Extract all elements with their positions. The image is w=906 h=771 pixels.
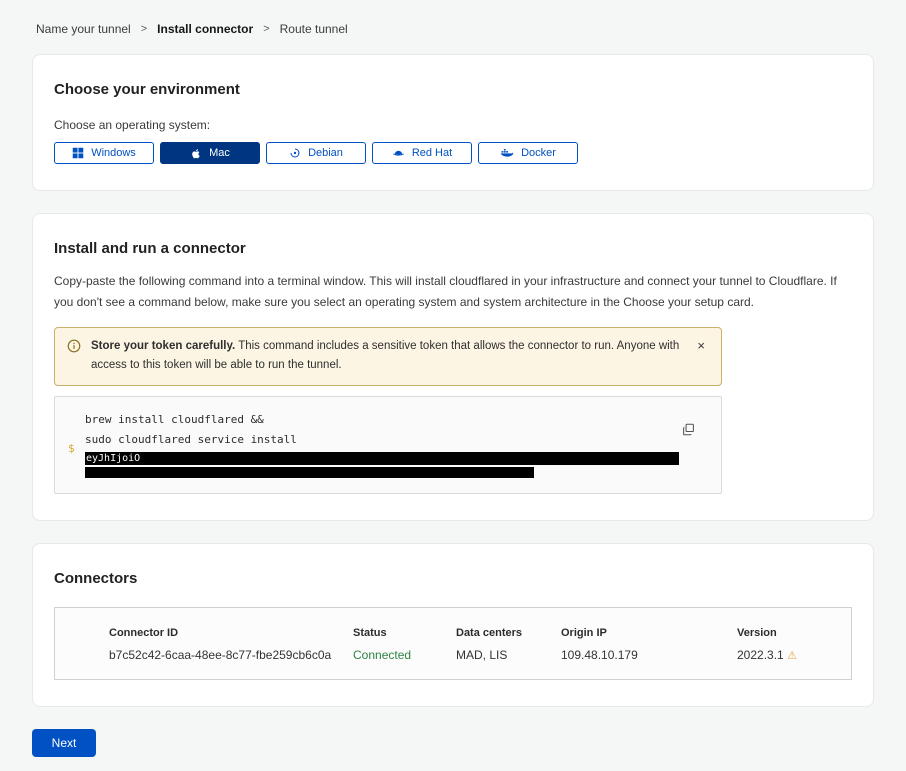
- os-button-docker[interactable]: Docker: [478, 142, 578, 164]
- os-button-label: Mac: [209, 147, 230, 159]
- token-warning-banner: Store your token carefully. This command…: [54, 327, 722, 386]
- os-button-windows[interactable]: Windows: [54, 142, 154, 164]
- info-icon: [67, 339, 81, 358]
- redhat-icon: [392, 147, 405, 159]
- os-button-debian[interactable]: Debian: [266, 142, 366, 164]
- breadcrumb: Name your tunnel > Install connector > R…: [32, 0, 874, 54]
- redacted-token-line-2: [85, 467, 534, 478]
- breadcrumb-separator: >: [263, 23, 269, 35]
- token-prefix: eyJhIjoiO: [86, 453, 140, 464]
- data-centers-value: MAD, LIS: [456, 648, 561, 662]
- column-header-data-centers: Data centers: [456, 627, 561, 639]
- os-button-label: Debian: [308, 147, 343, 159]
- command-line-2: sudo cloudflared service install: [85, 430, 681, 450]
- install-card-title: Install and run a connector: [54, 240, 852, 257]
- column-header-status: Status: [353, 627, 456, 639]
- next-button[interactable]: Next: [32, 729, 96, 757]
- status-badge: Connected: [353, 648, 456, 662]
- os-button-label: Red Hat: [412, 147, 452, 159]
- connectors-table-header: Connector ID Status Data centers Origin …: [109, 627, 851, 639]
- breadcrumb-step-install-connector[interactable]: Install connector: [157, 22, 253, 36]
- table-row: b7c52c42-6caa-48ee-8c77-fbe259cb6c0a Con…: [109, 639, 851, 662]
- debian-icon: [289, 147, 301, 159]
- breadcrumb-step-route-tunnel[interactable]: Route tunnel: [280, 22, 348, 36]
- environment-card-title: Choose your environment: [54, 81, 852, 98]
- breadcrumb-step-name-tunnel[interactable]: Name your tunnel: [36, 22, 131, 36]
- close-icon[interactable]: ×: [693, 337, 709, 354]
- column-header-version: Version: [737, 627, 851, 639]
- page: Name your tunnel > Install connector > R…: [0, 0, 906, 771]
- os-button-group: Windows Mac Debian Red Hat: [54, 142, 852, 164]
- token-warning-text: Store your token carefully. This command…: [91, 337, 683, 375]
- apple-icon: [190, 147, 202, 160]
- os-button-redhat[interactable]: Red Hat: [372, 142, 472, 164]
- install-card: Install and run a connector Copy-paste t…: [32, 213, 874, 521]
- connector-id-value: b7c52c42-6caa-48ee-8c77-fbe259cb6c0a: [109, 648, 353, 662]
- docker-icon: [500, 147, 514, 159]
- os-select-label: Choose an operating system:: [54, 118, 852, 132]
- breadcrumb-separator: >: [141, 23, 147, 35]
- environment-card: Choose your environment Choose an operat…: [32, 54, 874, 191]
- version-value: 2022.3.1 ⚠: [737, 648, 851, 662]
- column-header-origin-ip: Origin IP: [561, 627, 737, 639]
- windows-icon: [72, 147, 84, 159]
- os-button-label: Docker: [521, 147, 556, 159]
- connectors-card-title: Connectors: [54, 570, 852, 587]
- connectors-card: Connectors Connector ID Status Data cent…: [32, 543, 874, 707]
- os-button-label: Windows: [91, 147, 136, 159]
- copy-icon[interactable]: [680, 421, 697, 441]
- connectors-table: Connector ID Status Data centers Origin …: [54, 607, 852, 680]
- terminal-prompt: $: [68, 439, 75, 459]
- origin-ip-value: 109.48.10.179: [561, 648, 737, 662]
- redacted-token-line-1: eyJhIjoiO: [85, 452, 679, 465]
- command-line-1: brew install cloudflared &&: [85, 410, 681, 430]
- footer: Next: [32, 729, 874, 771]
- version-number: 2022.3.1: [737, 648, 784, 662]
- install-command-block: $ brew install cloudflared && sudo cloud…: [54, 396, 722, 494]
- install-description: Copy-paste the following command into a …: [54, 271, 852, 313]
- token-warning-bold: Store your token carefully.: [91, 340, 235, 352]
- version-warning-icon: ⚠: [787, 650, 797, 662]
- column-header-connector-id: Connector ID: [109, 627, 353, 639]
- os-button-mac[interactable]: Mac: [160, 142, 260, 164]
